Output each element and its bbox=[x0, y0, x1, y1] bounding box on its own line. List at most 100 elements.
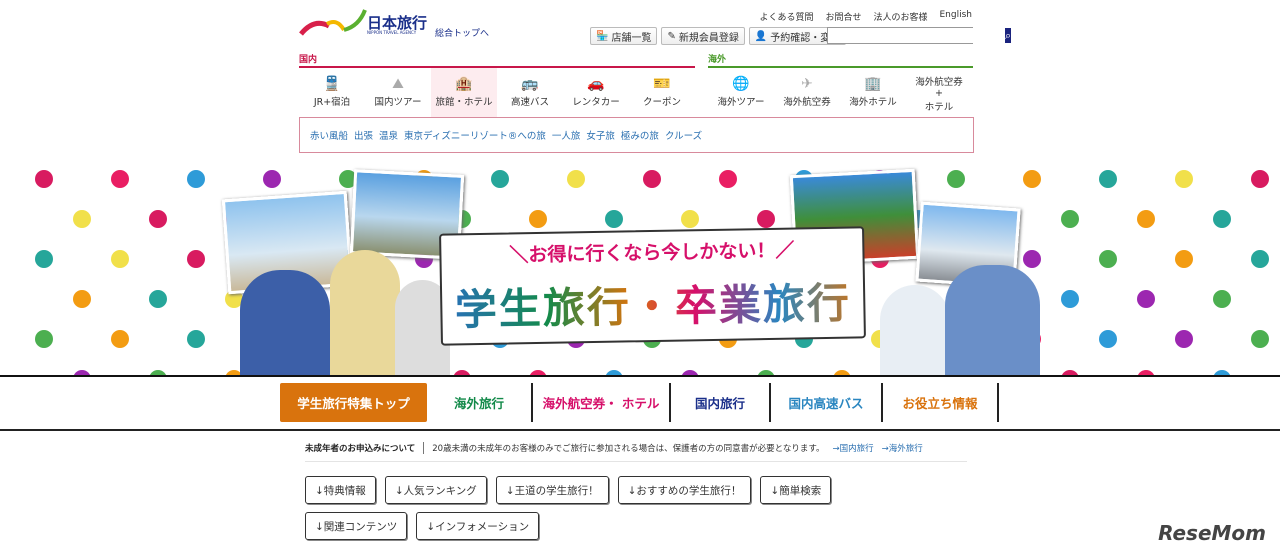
store-icon: 🏪 bbox=[596, 30, 609, 42]
nav-item[interactable]: ⛰ 国内ツアー bbox=[365, 68, 431, 117]
decor-dot bbox=[1251, 170, 1269, 188]
feature-tab[interactable]: 海外航空券・ ホテル bbox=[533, 383, 671, 422]
decor-dot bbox=[111, 250, 129, 268]
jump-button[interactable]: ↓人気ランキング bbox=[384, 476, 487, 504]
domestic-label: 国内 bbox=[299, 55, 318, 65]
banner-subtitle: ＼お得に行くなら今しかない！／ bbox=[509, 239, 795, 267]
nav-item-label: クーポン bbox=[642, 97, 681, 108]
nav-item[interactable]: 🚌 高速バス bbox=[497, 68, 563, 117]
nav-item-label: 海外ホテル bbox=[849, 97, 897, 108]
feature-tab[interactable]: お役立ち情報 bbox=[883, 383, 999, 422]
register-button[interactable]: ✎ 新規会員登録 bbox=[661, 27, 745, 45]
nav-item[interactable]: 🚗 レンタカー bbox=[563, 68, 629, 117]
decor-dot bbox=[1251, 250, 1269, 268]
jump-buttons: ↓特典情報 ↓人気ランキング ↓王道の学生旅行！ ↓おすすめの学生旅行！ ↓簡単検索 ↓関… bbox=[305, 476, 925, 540]
watermark: ReseMom bbox=[1158, 521, 1266, 545]
train-icon: 🚆 bbox=[323, 76, 341, 92]
decor-dot bbox=[35, 170, 53, 188]
decor-dot bbox=[833, 370, 851, 375]
jump-button[interactable]: ↓特典情報 bbox=[305, 476, 376, 504]
feature-tab[interactable]: 国内旅行 bbox=[671, 383, 771, 422]
decor-dot bbox=[1099, 330, 1117, 348]
english-link[interactable]: English bbox=[940, 10, 973, 23]
decor-dot bbox=[1137, 290, 1155, 308]
search-button[interactable]: ⌕ bbox=[1005, 28, 1012, 43]
corporate-link[interactable]: 法人のお客様 bbox=[873, 10, 927, 23]
japan-map-icon: ⛰ bbox=[392, 76, 404, 92]
nav-item[interactable]: 🏢 海外ホテル bbox=[840, 68, 906, 117]
decor-dot bbox=[719, 170, 737, 188]
sub-link[interactable]: 東京ディズニーリゾート®への旅 bbox=[404, 128, 546, 142]
sub-link[interactable]: 極みの旅 bbox=[621, 128, 659, 142]
search-input[interactable] bbox=[828, 28, 1005, 43]
nav-item-label: 旅館・ホテル bbox=[435, 97, 493, 108]
nav-item[interactable]: 🚆 JR+宿泊 bbox=[299, 68, 365, 117]
decor-dot bbox=[757, 210, 775, 228]
overseas-label: 海外 bbox=[708, 55, 727, 65]
divider bbox=[0, 429, 1280, 431]
nav-item[interactable]: ✈ 海外航空券 bbox=[774, 68, 840, 117]
decor-dot bbox=[73, 370, 91, 375]
decor-dot bbox=[149, 210, 167, 228]
logo[interactable]: 日本旅行 NIPPON TRAVEL AGENCY 総合トップへ bbox=[299, 8, 489, 39]
decor-dot bbox=[681, 210, 699, 228]
minor-notice: 未成年者のお申込みについて 20歳未満の未成年のお客様のみでご旅行に参加される場… bbox=[305, 442, 967, 462]
decor-dot bbox=[1213, 210, 1231, 228]
decor-dot bbox=[149, 370, 167, 375]
domestic-link[interactable]: →国内旅行 bbox=[832, 442, 873, 461]
sub-link[interactable]: 温泉 bbox=[379, 128, 398, 142]
plane-icon: ✈ bbox=[801, 76, 813, 92]
jump-button[interactable]: ↓簡単検索 bbox=[760, 476, 832, 504]
decor-dot bbox=[1213, 370, 1231, 375]
sub-links: 赤い風船 出張 温泉 東京ディズニーリゾート®への旅 一人旅 女子旅 極みの旅 クルーズ bbox=[299, 117, 974, 153]
store-list-button[interactable]: 🏪 店舗一覧 bbox=[590, 27, 658, 45]
jump-button[interactable]: ↓インフォメーション bbox=[416, 512, 540, 540]
banner-title-card: ＼お得に行くなら今しかない！／ 学生旅行・卒業旅行 bbox=[439, 226, 866, 346]
sub-link[interactable]: クルーズ bbox=[665, 128, 702, 142]
feature-tab[interactable]: 学生旅行特集トップ bbox=[280, 383, 427, 422]
contact-link[interactable]: お問合せ bbox=[825, 10, 861, 23]
feature-tab[interactable]: 国内高速バス bbox=[771, 383, 883, 422]
jump-button[interactable]: ↓おすすめの学生旅行！ bbox=[617, 476, 752, 504]
notice-text: 20歳未満の未成年のお客様のみでご旅行に参加される場合は、保護者の方の同意書が必… bbox=[432, 444, 825, 454]
decor-dot bbox=[605, 370, 623, 375]
logo-swoosh-icon bbox=[299, 9, 367, 36]
nav-item[interactable]: 🌐 海外ツアー bbox=[708, 68, 774, 117]
sub-link[interactable]: 女子旅 bbox=[586, 128, 615, 142]
faq-link[interactable]: よくある質問 bbox=[759, 10, 813, 23]
domestic-nav: 🚆 JR+宿泊 ⛰ 国内ツアー 🏨 旅館・ホテル 🚌 高速バス 🚗 レンタカー 🎫 クーポン bbox=[299, 68, 695, 117]
feature-tab[interactable]: 海外旅行 bbox=[427, 383, 533, 422]
person-photo bbox=[880, 285, 950, 375]
decor-dot bbox=[1251, 330, 1269, 348]
sub-link[interactable]: 赤い風船 bbox=[310, 128, 348, 142]
decor-dot bbox=[1061, 370, 1079, 375]
decor-dot bbox=[1023, 250, 1041, 268]
overseas-link[interactable]: →海外旅行 bbox=[882, 442, 923, 461]
person-photo bbox=[945, 265, 1040, 375]
bus-icon: 🚌 bbox=[521, 76, 539, 92]
sub-link[interactable]: 一人旅 bbox=[552, 128, 581, 142]
nav-item-label: 高速バス bbox=[510, 97, 549, 108]
globe-icon: 🌐 bbox=[732, 76, 750, 92]
pencil-icon: ✎ bbox=[667, 30, 676, 42]
nav-item[interactable]: 海外航空券 + ホテル bbox=[906, 68, 972, 117]
decor-dot bbox=[605, 210, 623, 228]
decor-dot bbox=[1213, 290, 1231, 308]
top-link[interactable]: 総合トップへ bbox=[435, 26, 489, 39]
logo-sub: NIPPON TRAVEL AGENCY bbox=[367, 30, 417, 35]
notice-heading: 未成年者のお申込みについて bbox=[305, 442, 425, 454]
nav-item-label: 海外航空券 bbox=[783, 97, 831, 108]
banner-title: 学生旅行・卒業旅行 bbox=[442, 269, 864, 337]
decor-dot bbox=[1061, 290, 1079, 308]
hero-banner[interactable]: ＼お得に行くなら今しかない！／ 学生旅行・卒業旅行 bbox=[0, 160, 1280, 377]
jump-button[interactable]: ↓王道の学生旅行！ bbox=[495, 476, 609, 504]
search-box: ⌕ bbox=[827, 27, 1012, 44]
nav-item[interactable]: 🎫 クーポン bbox=[629, 68, 695, 117]
decor-dot bbox=[263, 170, 281, 188]
decor-dot bbox=[73, 290, 91, 308]
nav-item[interactable]: 🏨 旅館・ホテル bbox=[431, 68, 497, 117]
decor-dot bbox=[1099, 250, 1117, 268]
user-icon: 👤 bbox=[754, 30, 768, 42]
jump-button[interactable]: ↓関連コンテンツ bbox=[305, 512, 408, 540]
sub-link[interactable]: 出張 bbox=[354, 128, 373, 142]
